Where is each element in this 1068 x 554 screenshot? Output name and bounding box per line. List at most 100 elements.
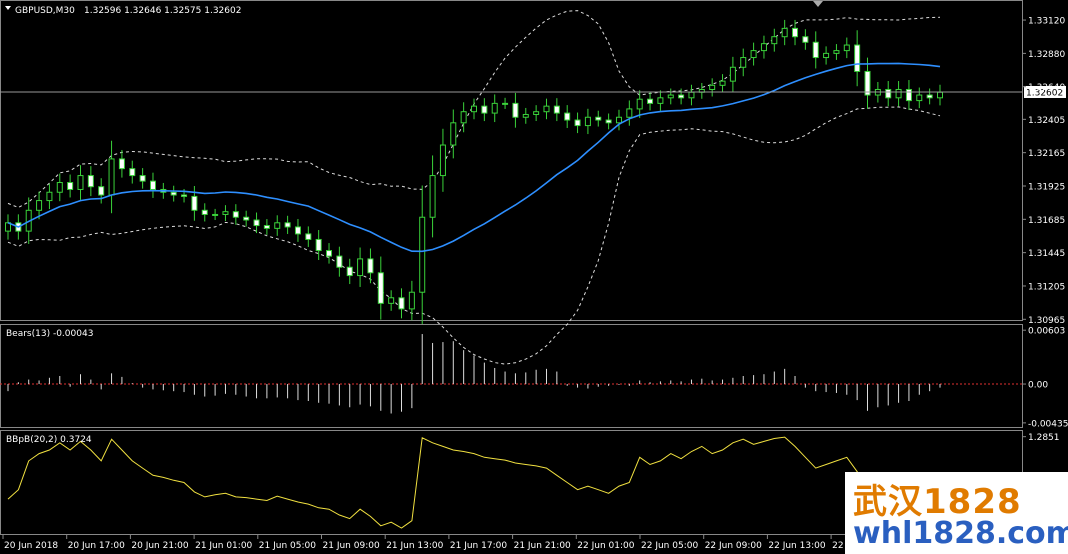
candle bbox=[502, 97, 509, 109]
price-tick-label: 1.32640 bbox=[1028, 83, 1065, 93]
candle bbox=[926, 88, 933, 105]
price-axis: 1.33120 1.32880 1.32640 1.32405 1.32165 1.319… bbox=[1022, 17, 1065, 326]
candle bbox=[533, 105, 540, 122]
candle bbox=[232, 204, 239, 225]
bbpb-tick-label: 1.2851 bbox=[1028, 433, 1060, 443]
time-tick-label: 20 Jun 17:00 bbox=[68, 541, 125, 551]
candle bbox=[626, 100, 633, 126]
candle bbox=[564, 105, 571, 129]
time-tick-label: 22 Jun 05:00 bbox=[641, 541, 698, 551]
candle bbox=[491, 94, 498, 123]
bears-tick-label: 0.00 bbox=[1028, 381, 1048, 391]
candle bbox=[657, 90, 664, 111]
candle bbox=[346, 258, 353, 285]
candle bbox=[46, 183, 53, 210]
time-tick-label: 21 Jun 05:00 bbox=[259, 541, 316, 551]
candle bbox=[688, 84, 695, 106]
candle bbox=[802, 29, 809, 50]
price-tick-label: 1.31925 bbox=[1028, 182, 1065, 192]
candle bbox=[740, 48, 747, 77]
candle bbox=[823, 46, 830, 65]
candle bbox=[274, 215, 281, 236]
candle bbox=[667, 88, 674, 105]
candle bbox=[294, 218, 301, 242]
candle bbox=[605, 113, 612, 130]
candle bbox=[450, 109, 457, 159]
candle bbox=[388, 290, 395, 311]
candle bbox=[377, 256, 384, 320]
candle bbox=[698, 82, 705, 99]
time-tick-label: 22 bbox=[832, 541, 843, 551]
candle bbox=[170, 185, 177, 202]
candle bbox=[584, 108, 591, 135]
watermark-line2: whl1828.com bbox=[853, 516, 1068, 551]
candle bbox=[191, 185, 198, 221]
time-axis: 20 Jun 2018 20 Jun 17:00 20 Jun 21:00 21 Ju… bbox=[2, 535, 844, 551]
bears-panel-frame bbox=[0, 324, 1023, 428]
candle bbox=[398, 288, 405, 319]
candle bbox=[108, 140, 115, 214]
candle bbox=[118, 149, 125, 178]
symbol-label: GBPUSD,M30 bbox=[15, 6, 75, 16]
candle bbox=[553, 98, 560, 122]
candle bbox=[326, 243, 333, 264]
candle bbox=[792, 19, 799, 46]
candle bbox=[895, 81, 902, 107]
time-tick-label: 20 Jun 2018 bbox=[4, 541, 58, 551]
candle bbox=[439, 128, 446, 192]
candle bbox=[937, 84, 943, 106]
price-tick-label: 1.32405 bbox=[1028, 116, 1065, 126]
candle bbox=[98, 178, 105, 204]
candle bbox=[367, 248, 374, 284]
time-tick-label: 21 Jun 21:00 bbox=[514, 541, 571, 551]
time-tick-label: 21 Jun 13:00 bbox=[386, 541, 443, 551]
time-tick-label: 22 Jun 01:00 bbox=[577, 541, 634, 551]
candle bbox=[719, 74, 726, 93]
candle bbox=[5, 214, 11, 240]
ohlc-label: 1.32596 1.32646 1.32575 1.32602 bbox=[84, 6, 241, 16]
bbpb-label: BBpB(20,2) 0.3724 bbox=[6, 435, 92, 445]
candle bbox=[263, 219, 270, 235]
chart-menu-triangle-icon[interactable] bbox=[5, 6, 11, 10]
lower-band bbox=[7, 106, 941, 365]
candle bbox=[243, 210, 250, 227]
time-tick-label: 22 Jun 09:00 bbox=[705, 541, 762, 551]
bbpb-polyline bbox=[7, 436, 941, 529]
candle bbox=[284, 215, 291, 234]
candle bbox=[201, 203, 208, 222]
chart-canvas: 1.32602 1.331201.328801.326401.324051.32… bbox=[0, 0, 1068, 551]
candle bbox=[56, 173, 63, 202]
bears-label: Bears(13) -0.00043 bbox=[6, 329, 93, 339]
candle bbox=[781, 19, 788, 46]
candle bbox=[595, 110, 602, 127]
candle bbox=[253, 212, 260, 234]
candle bbox=[905, 80, 912, 111]
candle bbox=[709, 78, 716, 97]
candle bbox=[212, 208, 219, 221]
price-tick-label: 1.32880 bbox=[1028, 50, 1065, 60]
chart-shift-marker-icon[interactable] bbox=[813, 1, 823, 7]
candle bbox=[305, 226, 312, 247]
bollinger-bands bbox=[7, 10, 941, 365]
time-tick-label: 21 Jun 17:00 bbox=[450, 541, 507, 551]
candle bbox=[843, 37, 850, 59]
price-tick-label: 1.30965 bbox=[1028, 316, 1065, 326]
candle bbox=[139, 168, 146, 189]
candle bbox=[481, 98, 488, 122]
bears-tick-label: -0.00435 bbox=[1028, 419, 1068, 429]
candle bbox=[750, 42, 757, 66]
candle bbox=[647, 92, 654, 111]
bears-tick-label: 0.00603 bbox=[1028, 327, 1065, 337]
candle bbox=[67, 174, 74, 198]
price-tick-label: 1.31205 bbox=[1028, 282, 1065, 292]
candle bbox=[574, 112, 581, 134]
candle bbox=[854, 30, 861, 87]
candle bbox=[336, 246, 343, 277]
candle bbox=[916, 87, 923, 109]
main-panel-frame bbox=[0, 0, 1023, 321]
price-tick-label: 1.32165 bbox=[1028, 149, 1065, 159]
candle bbox=[543, 98, 550, 120]
candle bbox=[864, 57, 871, 109]
candle bbox=[419, 185, 426, 325]
candlesticks bbox=[5, 19, 943, 325]
